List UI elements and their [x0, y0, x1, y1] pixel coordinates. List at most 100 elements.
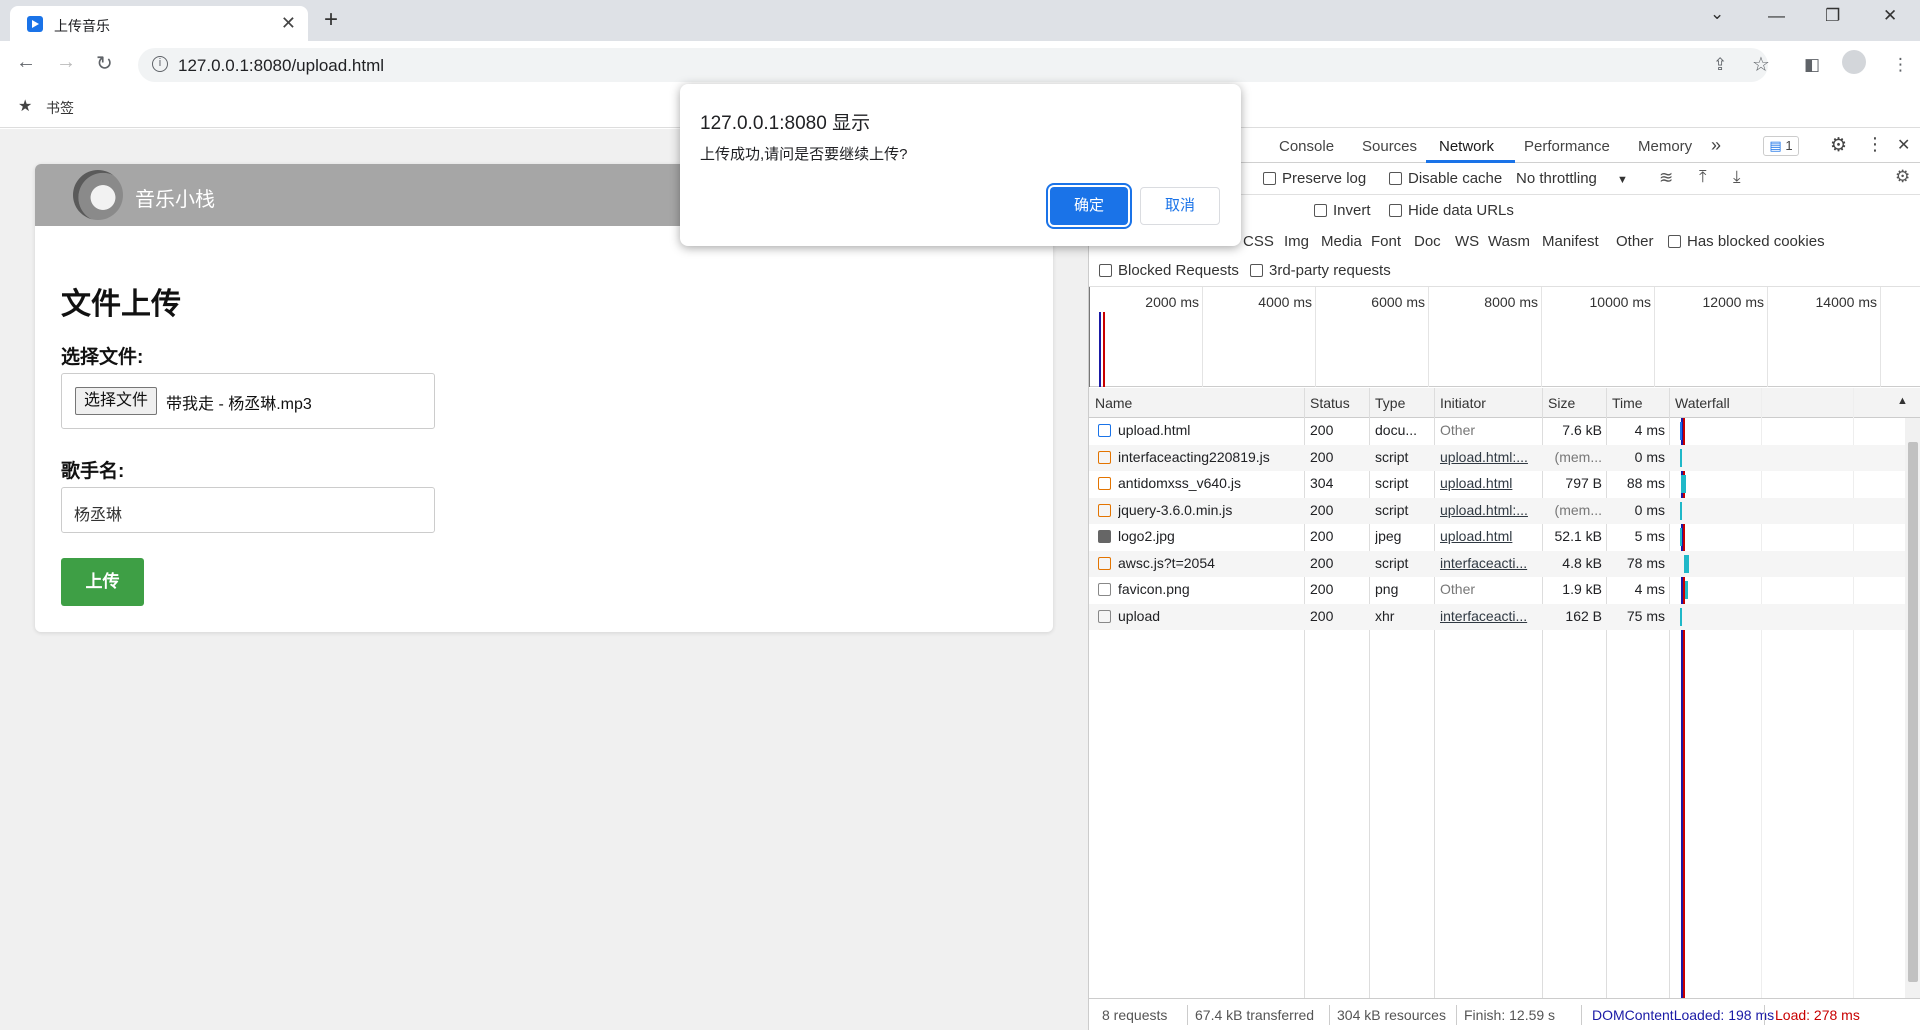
bookmark-star-icon[interactable]: ☆: [1752, 52, 1770, 77]
filter-type-font[interactable]: Font: [1371, 233, 1401, 250]
confirm-button[interactable]: 确定: [1050, 187, 1128, 225]
menu-kebab-icon[interactable]: ⋮: [1892, 55, 1909, 75]
image-icon: [1098, 530, 1111, 543]
network-overview[interactable]: 2000 ms 4000 ms 6000 ms 8000 ms 10000 ms…: [1089, 287, 1920, 387]
request-initiator[interactable]: Other: [1440, 581, 1538, 597]
request-initiator[interactable]: interfaceacti...: [1440, 555, 1538, 571]
tab-network[interactable]: Network: [1439, 138, 1494, 155]
blocked-requests-checkbox[interactable]: Blocked Requests: [1099, 262, 1239, 279]
table-row[interactable]: interfaceacting220819.js 200 script upload.…: [1089, 444, 1905, 471]
issues-badge[interactable]: ▤ 1: [1763, 136, 1799, 156]
share-icon[interactable]: ⇪: [1713, 55, 1727, 75]
url-text[interactable]: 127.0.0.1:8080/upload.html: [178, 56, 384, 76]
filter-type-media[interactable]: Media: [1321, 233, 1362, 250]
disable-cache-checkbox[interactable]: Disable cache: [1389, 170, 1502, 187]
choose-file-button[interactable]: 选择文件: [75, 387, 158, 415]
throttling-select[interactable]: No throttling ▼: [1516, 170, 1628, 187]
requests-table: Name Status Type Initiator Size Time Wat…: [1089, 388, 1920, 998]
browser-tab[interactable]: 上传音乐 ✕: [10, 6, 308, 41]
reload-icon[interactable]: ↻: [96, 51, 113, 76]
request-initiator[interactable]: upload.html:...: [1440, 449, 1538, 465]
page-viewport: 音乐小栈 文件上传 选择文件: 选择文件 带我走 - 杨丞琳.mp3 歌手名: …: [0, 129, 1088, 1030]
maximize-button[interactable]: ❐: [1825, 6, 1840, 26]
request-type: script: [1375, 475, 1409, 491]
filter-type-img[interactable]: Img: [1284, 233, 1309, 250]
file-input[interactable]: 选择文件 带我走 - 杨丞琳.mp3: [61, 373, 435, 429]
table-row[interactable]: upload 200 xhr interfaceacti... 162 B 75 ms: [1089, 603, 1905, 630]
filter-type-doc[interactable]: Doc: [1414, 233, 1441, 250]
timeline-tick: 12000 ms: [1702, 294, 1764, 310]
tab-console[interactable]: Console: [1279, 138, 1334, 155]
more-tabs-icon[interactable]: »: [1711, 135, 1721, 156]
singer-input[interactable]: 杨丞琳: [61, 487, 435, 533]
request-name: awsc.js?t=2054: [1118, 554, 1215, 571]
tab-search-icon[interactable]: ⌄: [1710, 4, 1724, 24]
col-waterfall[interactable]: Waterfall: [1675, 395, 1730, 411]
table-row[interactable]: jquery-3.6.0.min.js 200 script upload.html:…: [1089, 497, 1905, 524]
request-name: upload.html: [1118, 422, 1191, 438]
col-status[interactable]: Status: [1310, 395, 1350, 411]
filter-type-other[interactable]: Other: [1616, 233, 1654, 250]
close-window-button[interactable]: ✕: [1883, 6, 1897, 26]
tab-memory[interactable]: Memory: [1638, 138, 1692, 155]
export-har-icon[interactable]: ⤓: [1733, 167, 1741, 187]
invert-checkbox[interactable]: Invert: [1314, 202, 1371, 219]
request-initiator[interactable]: upload.html: [1440, 475, 1538, 491]
new-tab-button[interactable]: +: [324, 6, 338, 34]
dom-content-loaded-marker: [1099, 312, 1101, 387]
table-row[interactable]: awsc.js?t=2054 200 script interfaceacti... 4…: [1089, 550, 1905, 577]
tab-close-icon[interactable]: ✕: [281, 13, 296, 34]
scrollbar[interactable]: [1905, 418, 1920, 998]
file-name: 带我走 - 杨丞琳.mp3: [166, 396, 312, 413]
minimize-button[interactable]: —: [1768, 6, 1785, 26]
settings-gear-icon[interactable]: ⚙: [1830, 134, 1847, 157]
preserve-log-checkbox[interactable]: Preserve log: [1263, 170, 1366, 187]
hide-data-urls-checkbox[interactable]: Hide data URLs: [1389, 202, 1514, 219]
table-row[interactable]: antidomxss_v640.js 304 script upload.html 79…: [1089, 471, 1905, 497]
profile-avatar-icon[interactable]: [1842, 50, 1866, 74]
request-initiator[interactable]: interfaceacti...: [1440, 608, 1538, 624]
col-size[interactable]: Size: [1548, 395, 1575, 411]
request-initiator[interactable]: upload.html: [1440, 528, 1538, 544]
cancel-button[interactable]: 取消: [1140, 187, 1220, 225]
col-type[interactable]: Type: [1375, 395, 1405, 411]
site-info-icon[interactable]: i: [152, 56, 168, 72]
request-initiator[interactable]: Other: [1440, 422, 1538, 438]
script-icon: [1098, 450, 1111, 464]
filter-type-css[interactable]: CSS: [1243, 233, 1274, 250]
table-row[interactable]: favicon.png 200 png Other 1.9 kB 4 ms: [1089, 577, 1905, 603]
bookmarks-label[interactable]: 书签: [46, 98, 74, 118]
third-party-checkbox[interactable]: 3rd-party requests: [1250, 262, 1391, 279]
sort-up-icon[interactable]: ▲: [1897, 395, 1908, 407]
upload-button[interactable]: 上传: [61, 558, 144, 606]
disable-cache-label: Disable cache: [1408, 170, 1503, 187]
has-blocked-cookies-checkbox[interactable]: Has blocked cookies: [1668, 233, 1825, 250]
scrollbar-thumb[interactable]: [1908, 442, 1918, 982]
bookmark-icon: ★: [18, 98, 33, 115]
network-conditions-icon[interactable]: ≋: [1659, 168, 1673, 188]
col-initiator[interactable]: Initiator: [1440, 395, 1486, 411]
singer-value[interactable]: 杨丞琳: [74, 501, 122, 525]
address-bar[interactable]: i 127.0.0.1:8080/upload.html: [138, 48, 1768, 82]
col-time[interactable]: Time: [1612, 395, 1643, 411]
filter-type-ws[interactable]: WS: [1455, 233, 1479, 250]
filter-type-wasm[interactable]: Wasm: [1488, 233, 1530, 250]
network-settings-icon[interactable]: ⚙: [1895, 167, 1910, 187]
tab-sources[interactable]: Sources: [1362, 138, 1417, 155]
request-status: 200: [1310, 448, 1334, 465]
devtools-menu-icon[interactable]: ⋮: [1866, 134, 1884, 155]
filter-type-manifest[interactable]: Manifest: [1542, 233, 1599, 250]
request-initiator[interactable]: upload.html:...: [1440, 502, 1538, 518]
col-name[interactable]: Name: [1095, 395, 1132, 411]
import-har-icon[interactable]: ⤒: [1699, 167, 1707, 187]
request-time: 88 ms: [1626, 475, 1665, 491]
forward-icon[interactable]: →: [56, 51, 76, 74]
side-panel-icon[interactable]: ◧: [1804, 55, 1820, 75]
back-icon[interactable]: ←: [16, 51, 36, 74]
devtools-close-icon[interactable]: ✕: [1897, 135, 1910, 155]
resources-size: 304 kB resources: [1337, 1007, 1446, 1023]
table-row[interactable]: upload.html 200 docu... Other 7.6 kB 4 ms: [1089, 418, 1905, 444]
table-row[interactable]: logo2.jpg 200 jpeg upload.html 52.1 kB 5 ms: [1089, 524, 1905, 550]
request-time: 0 ms: [1634, 501, 1665, 518]
tab-performance[interactable]: Performance: [1524, 138, 1610, 155]
